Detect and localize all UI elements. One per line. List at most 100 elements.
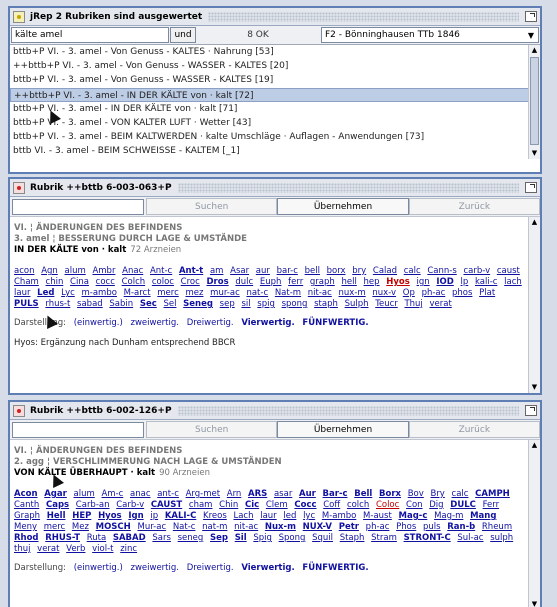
remedy-link[interactable]: m-ambo — [82, 288, 117, 298]
maximize-icon[interactable] — [525, 11, 537, 22]
remedy-link[interactable]: Am-c — [101, 489, 123, 499]
remedy-link[interactable]: phos — [452, 288, 472, 298]
remedy-link[interactable]: Mez — [72, 522, 89, 532]
scroll-down-icon[interactable]: ▼ — [529, 382, 540, 393]
remedy-link[interactable]: Dros — [206, 277, 228, 287]
scroll-down-icon[interactable]: ▼ — [529, 148, 540, 159]
remedy-link[interactable]: Sabin — [109, 299, 133, 309]
remedy-link[interactable]: Mang — [470, 511, 496, 521]
remedy-link[interactable]: dulc — [235, 277, 253, 287]
remedy-link[interactable]: coloc — [152, 277, 174, 287]
back-button[interactable]: Zurück — [408, 198, 540, 215]
remedy-link[interactable]: verat — [430, 299, 452, 309]
remedy-link[interactable]: Squil — [312, 533, 333, 543]
remedy-link[interactable]: IOD — [436, 277, 453, 287]
remedy-link[interactable]: Coloc — [376, 500, 399, 510]
remedy-link[interactable]: Euph — [260, 277, 282, 287]
remedy-link[interactable]: kali-c — [475, 277, 497, 287]
remedy-link[interactable]: Verb — [66, 544, 85, 554]
remedy-link[interactable]: nux-m — [339, 288, 366, 298]
list-item[interactable]: bttb+P VI. - 3. amel - Von Genuss - KALT… — [10, 45, 540, 59]
remedy-link[interactable]: ph-ac — [422, 288, 446, 298]
remedy-link[interactable]: Lach — [233, 511, 253, 521]
remedy-link[interactable]: acon — [14, 266, 34, 276]
remedy-link[interactable]: merc — [44, 522, 66, 532]
remedy-link[interactable]: Anac — [122, 266, 143, 276]
remedy-link[interactable]: Hell — [47, 511, 66, 521]
remedy-link[interactable]: SABAD — [113, 533, 146, 543]
scroll-up-icon[interactable]: ▲ — [529, 45, 540, 56]
remedy-link[interactable]: Phos — [396, 522, 416, 532]
remedy-link[interactable]: lp — [461, 277, 469, 287]
remedy-link[interactable]: Nat-m — [275, 288, 301, 298]
remedy-link[interactable]: cocc — [96, 277, 115, 287]
remedy-link[interactable]: Hyos — [98, 511, 122, 521]
remedy-link[interactable]: Mag-c — [399, 511, 428, 521]
remedy-link[interactable]: Spong — [279, 533, 306, 543]
maximize-icon[interactable] — [525, 405, 537, 416]
remedy-link[interactable]: CAUST — [151, 500, 182, 510]
remedy-link[interactable]: Mur-ac — [138, 522, 167, 532]
remedy-link[interactable]: Cocc — [294, 500, 316, 510]
remedy-link[interactable]: Sars — [152, 533, 171, 543]
remedy-link[interactable]: Led — [37, 288, 54, 298]
list-scrollbar[interactable]: ▲ ▼ — [528, 45, 540, 159]
remedy-link[interactable]: Ferr — [483, 500, 500, 510]
remedy-link[interactable]: hell — [341, 277, 356, 287]
remedy-link[interactable]: ant-c — [157, 489, 179, 499]
remedy-link[interactable]: Bell — [354, 489, 372, 499]
search-window-titlebar[interactable]: jRep 2 Rubriken sind ausgewertet — [10, 8, 540, 26]
remedy-link[interactable]: bell — [305, 266, 320, 276]
remedy-link[interactable]: Cic — [245, 500, 259, 510]
remedy-link[interactable]: Aur — [299, 489, 316, 499]
remedy-link[interactable]: viol-t — [92, 544, 113, 554]
remedy-link[interactable]: Sep — [210, 533, 228, 543]
remedy-link[interactable]: Dig — [429, 500, 443, 510]
remedy-link[interactable]: Plat — [479, 288, 495, 298]
remedy-link[interactable]: Borx — [379, 489, 401, 499]
remedy-link[interactable]: hep — [364, 277, 380, 287]
remedy-link[interactable]: staph — [314, 299, 338, 309]
remedy-link[interactable]: STRONT-C — [404, 533, 451, 543]
remedy-link[interactable]: Carb-v — [116, 500, 144, 510]
remedy-link[interactable]: Agn — [41, 266, 58, 276]
remedy-link[interactable]: Croc — [181, 277, 200, 287]
remedy-link[interactable]: Coff — [323, 500, 340, 510]
remedy-link[interactable]: graph — [310, 277, 335, 287]
remedy-link[interactable]: Op — [403, 288, 415, 298]
remedy-link[interactable]: anac — [130, 489, 150, 499]
remedy-link[interactable]: chin — [46, 277, 64, 287]
remedy-link[interactable]: ARS — [248, 489, 267, 499]
remedy-link[interactable]: Graph — [14, 511, 40, 521]
maximize-icon[interactable] — [525, 182, 537, 193]
apply-button[interactable]: Übernehmen — [277, 198, 409, 215]
search-button[interactable]: Suchen — [146, 421, 278, 438]
remedy-link[interactable]: carb-v — [463, 266, 490, 276]
remedy-link[interactable]: Cina — [70, 277, 89, 287]
und-button[interactable]: und — [170, 27, 196, 43]
remedy-link[interactable]: sil — [241, 299, 250, 309]
remedy-link[interactable]: ph-ac — [366, 522, 390, 532]
remedy-link[interactable]: Bry — [430, 489, 444, 499]
remedy-link[interactable]: thuj — [14, 544, 30, 554]
remedy-link[interactable]: Caps — [46, 500, 69, 510]
list-item[interactable]: ++bttb+P VI. - 3. amel - Von Genuss - WA… — [10, 59, 540, 73]
remedy-link[interactable]: Kreos — [203, 511, 227, 521]
remedy-link[interactable]: am — [210, 266, 224, 276]
remedy-link[interactable]: alum — [65, 266, 86, 276]
back-button[interactable]: Zurück — [408, 421, 540, 438]
remedy-link[interactable]: Acon — [14, 489, 38, 499]
remedy-link[interactable]: bar-c — [277, 266, 298, 276]
remedy-link[interactable]: Cann-s — [427, 266, 456, 276]
remedy-link[interactable]: rhus-t — [45, 299, 70, 309]
rubric-window-titlebar[interactable]: Rubrik ++bttb 6-002-126+P — [10, 402, 540, 420]
remedy-link[interactable]: Canth — [14, 500, 39, 510]
list-item[interactable]: bttb+P VI. - 3. amel - IN DER KÄLTE von … — [10, 102, 540, 116]
remedy-link[interactable]: zinc — [120, 544, 137, 554]
remedy-link[interactable]: ip — [150, 511, 158, 521]
remedy-link[interactable]: DULC — [450, 500, 476, 510]
remedy-link[interactable]: HEP — [72, 511, 91, 521]
rubric-input[interactable] — [12, 199, 144, 215]
remedy-link[interactable]: Colch — [122, 277, 146, 287]
remedy-link[interactable]: nit-ac — [234, 522, 258, 532]
